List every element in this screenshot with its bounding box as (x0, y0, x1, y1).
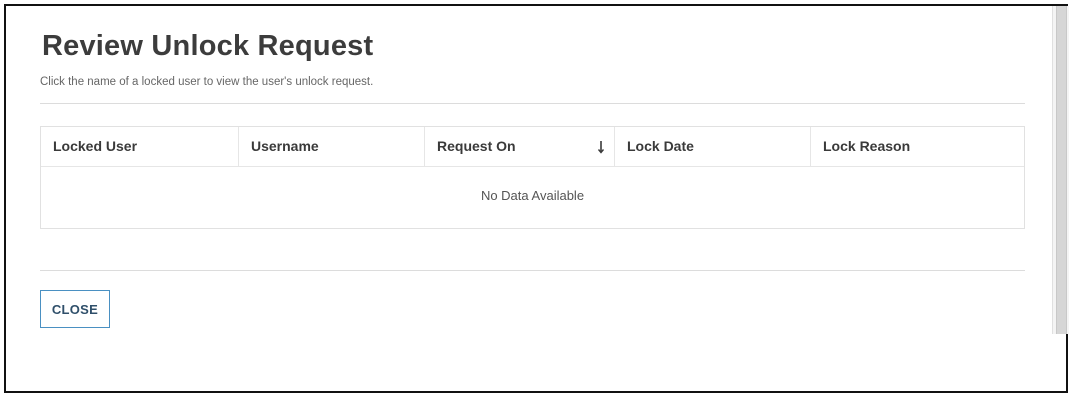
unlock-requests-table: Locked User Username Request On Lock Dat… (40, 126, 1025, 229)
vertical-scrollbar[interactable] (1052, 6, 1069, 334)
column-header-request-on-label: Request On (437, 138, 516, 154)
scrollbar-thumb[interactable] (1056, 6, 1067, 334)
empty-state-message: No Data Available (480, 188, 585, 203)
column-header-lock-date[interactable]: Lock Date (615, 127, 811, 166)
modal-subtitle: Click the name of a locked user to view … (40, 76, 374, 88)
footer-divider (40, 270, 1025, 271)
arrow-down-icon[interactable] (596, 140, 606, 154)
unlock-request-modal: Review Unlock Request Click the name of … (4, 4, 1069, 393)
modal-title: Review Unlock Request (42, 30, 374, 62)
column-header-locked-user[interactable]: Locked User (41, 127, 239, 166)
column-header-username[interactable]: Username (239, 127, 425, 166)
column-header-lock-reason[interactable]: Lock Reason (811, 127, 1024, 166)
header-divider (40, 103, 1025, 104)
table-header-row: Locked User Username Request On Lock Dat… (41, 127, 1024, 167)
column-header-request-on[interactable]: Request On (425, 127, 615, 166)
close-button[interactable]: CLOSE (40, 290, 110, 328)
